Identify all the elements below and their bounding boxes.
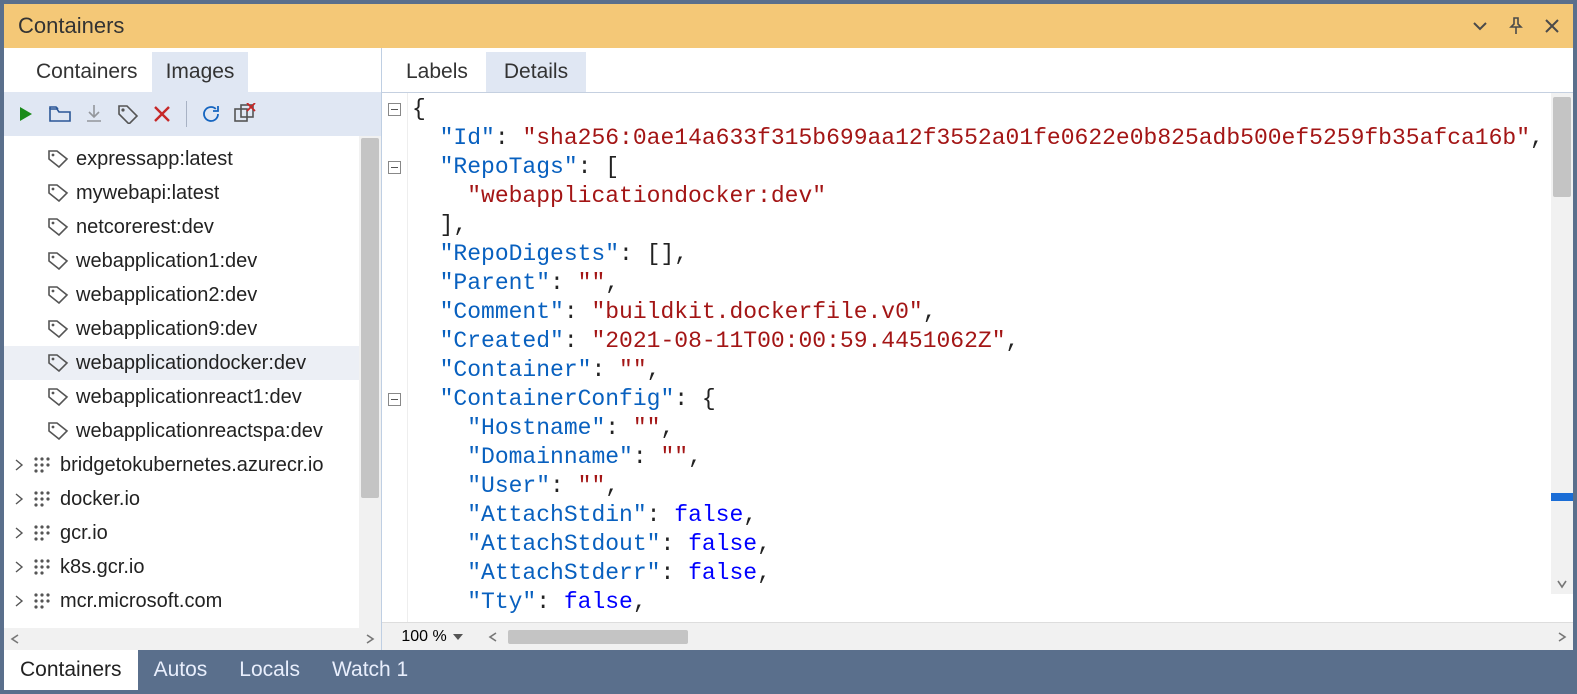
tree-item-label: docker.io (60, 488, 140, 511)
tree-item-label: webapplication2:dev (76, 284, 257, 307)
image-item[interactable]: webapplication9:dev (4, 312, 381, 346)
zoom-value: 100 % (401, 628, 446, 646)
registry-item[interactable]: mcr.microsoft.com (4, 584, 381, 618)
expand-chevron-icon[interactable] (8, 527, 30, 539)
fold-gutter[interactable] (382, 93, 408, 622)
fold-toggle[interactable] (388, 393, 401, 406)
details-tabs: Labels Details (382, 48, 1573, 92)
close-icon[interactable] (1541, 15, 1563, 37)
tag-icon (46, 286, 72, 304)
tree-item-label: netcorerest:dev (76, 216, 214, 239)
tag-icon (46, 422, 72, 440)
tab-containers[interactable]: Containers (22, 52, 152, 92)
registry-icon (30, 456, 56, 474)
tree-item-label: k8s.gcr.io (60, 556, 144, 579)
tree-item-label: webapplicationdocker:dev (76, 352, 306, 375)
image-item[interactable]: webapplicationreactspa:dev (4, 414, 381, 448)
image-item[interactable]: webapplicationreact1:dev (4, 380, 381, 414)
right-panel: Labels Details { "Id": "sha256:0ae14a633… (382, 48, 1573, 650)
delete-button[interactable] (148, 100, 176, 128)
tree-item-label: webapplicationreactspa:dev (76, 420, 323, 443)
fold-toggle[interactable] (388, 103, 401, 116)
tag-icon (46, 320, 72, 338)
tree-item-label: gcr.io (60, 522, 108, 545)
image-item[interactable]: webapplicationdocker:dev (4, 346, 381, 380)
registry-icon (30, 490, 56, 508)
tree-item-label: expressapp:latest (76, 148, 233, 171)
editor-horizontal-scrollbar[interactable] (482, 623, 1573, 650)
json-editor[interactable]: { "Id": "sha256:0ae14a633f315b699aa12f35… (382, 92, 1573, 622)
images-tree[interactable]: expressapp:latest mywebapi:latest netcorer… (4, 136, 381, 650)
registry-item[interactable]: k8s.gcr.io (4, 550, 381, 584)
expand-chevron-icon[interactable] (8, 595, 30, 607)
run-button[interactable] (12, 100, 40, 128)
bottom-tab-locals[interactable]: Locals (223, 650, 316, 690)
image-item[interactable]: netcorerest:dev (4, 210, 381, 244)
expand-chevron-icon[interactable] (8, 561, 30, 573)
tag-icon (46, 354, 72, 372)
tree-item-label: webapplicationreact1:dev (76, 386, 302, 409)
bottom-tool-tabs: Containers Autos Locals Watch 1 (4, 650, 1573, 690)
tab-images[interactable]: Images (152, 52, 249, 92)
tree-item-label: webapplication1:dev (76, 250, 257, 273)
zoom-selector[interactable]: 100 % (382, 628, 482, 646)
bottom-tab-watch1[interactable]: Watch 1 (316, 650, 424, 690)
expand-chevron-icon[interactable] (8, 459, 30, 471)
open-folder-button[interactable] (46, 100, 74, 128)
tree-vertical-scrollbar[interactable] (359, 136, 381, 628)
tag-icon (46, 252, 72, 270)
bottom-tab-autos[interactable]: Autos (138, 650, 224, 690)
registry-item[interactable]: docker.io (4, 482, 381, 516)
tab-details[interactable]: Details (486, 52, 586, 92)
tag-icon (46, 184, 72, 202)
tag-button[interactable] (114, 100, 142, 128)
registry-item[interactable]: bridgetokubernetes.azurecr.io (4, 448, 381, 482)
image-item[interactable]: webapplication1:dev (4, 244, 381, 278)
tag-icon (46, 218, 72, 236)
toolbar-separator (186, 101, 187, 127)
left-tabs: Containers Images (4, 48, 381, 92)
left-panel: Containers Images (4, 48, 382, 650)
image-item[interactable]: webapplication2:dev (4, 278, 381, 312)
registry-icon (30, 592, 56, 610)
tag-icon (46, 388, 72, 406)
image-item[interactable]: mywebapi:latest (4, 176, 381, 210)
chevron-down-icon (453, 634, 463, 640)
bottom-tab-containers[interactable]: Containers (4, 650, 138, 690)
tree-item-label: webapplication9:dev (76, 318, 257, 341)
refresh-button[interactable] (197, 100, 225, 128)
expand-chevron-icon[interactable] (8, 493, 30, 505)
editor-vertical-scrollbar[interactable] (1551, 93, 1573, 594)
pin-icon[interactable] (1505, 15, 1527, 37)
registry-icon (30, 558, 56, 576)
image-item[interactable]: expressapp:latest (4, 142, 381, 176)
tree-item-label: bridgetokubernetes.azurecr.io (60, 454, 324, 477)
prune-button[interactable] (231, 100, 259, 128)
pull-button[interactable] (80, 100, 108, 128)
window-options-dropdown[interactable] (1469, 15, 1491, 37)
registry-icon (30, 524, 56, 542)
registry-item[interactable]: gcr.io (4, 516, 381, 550)
json-code[interactable]: { "Id": "sha256:0ae14a633f315b699aa12f35… (408, 93, 1573, 622)
window-title: Containers (18, 13, 124, 39)
fold-toggle[interactable] (388, 161, 401, 174)
tree-item-label: mcr.microsoft.com (60, 590, 222, 613)
tab-labels[interactable]: Labels (388, 52, 486, 92)
tag-icon (46, 150, 72, 168)
images-toolbar (4, 92, 381, 136)
window-titlebar: Containers (4, 4, 1573, 48)
tree-horizontal-scrollbar[interactable] (4, 628, 381, 650)
tree-item-label: mywebapi:latest (76, 182, 219, 205)
